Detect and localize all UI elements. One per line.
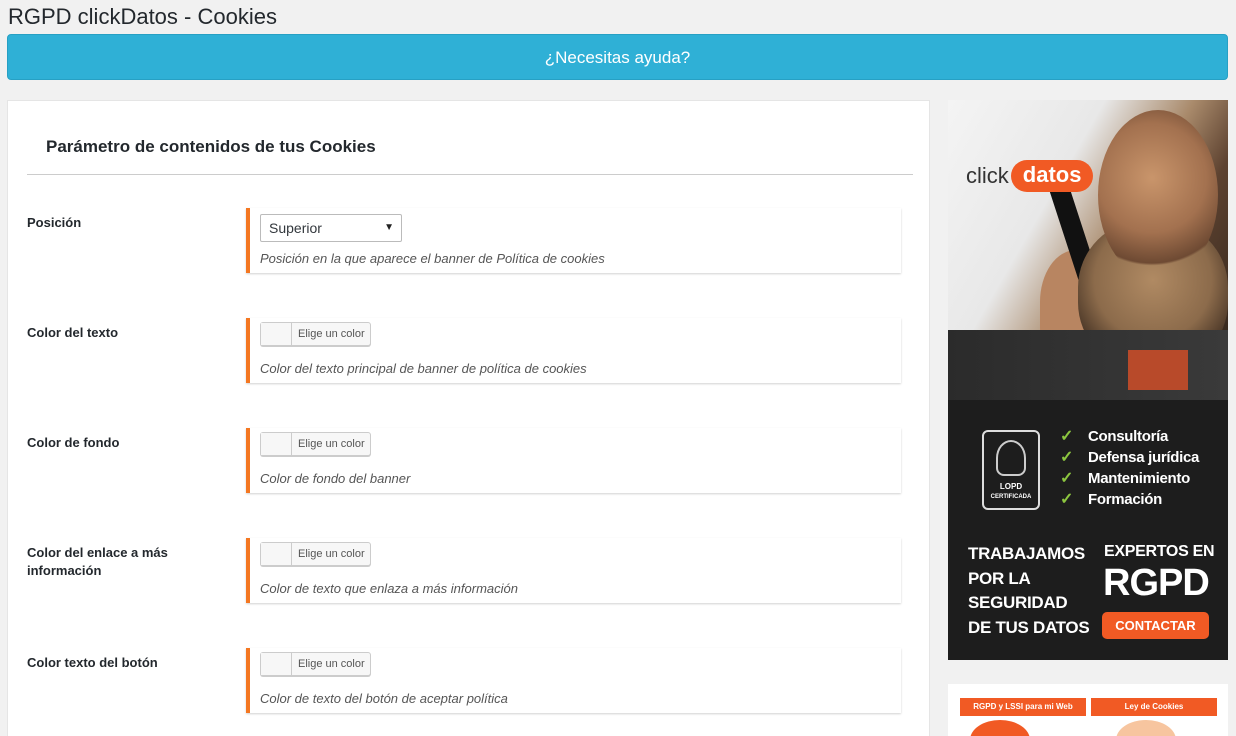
ad2-tag-right: Ley de Cookies: [1091, 698, 1217, 716]
ad-service-label: Defensa jurídica: [1088, 449, 1200, 466]
ad-photo: [948, 100, 1228, 400]
help-button[interactable]: ¿Necesitas ayuda?: [7, 34, 1228, 80]
badge-text: LOPD CERTIFICADA: [984, 482, 1038, 502]
dropdown-arrow-icon: ▼: [384, 222, 394, 233]
check-icon: ✓: [1060, 428, 1074, 445]
field-card-text-color: Elige un color Color del texto principal…: [246, 318, 901, 383]
field-desc-button-text-color: Color de texto del botón de aceptar polí…: [260, 691, 508, 706]
field-label-background-color: Color de fondo: [27, 435, 120, 450]
position-select-value: Superior: [269, 220, 322, 236]
check-icon: ✓: [1060, 470, 1074, 487]
field-row-button-text-color: Color texto del botón Elige un color Col…: [8, 648, 928, 714]
clickdatos-ad-banner[interactable]: click datos LOPD CERTIFICADA ✓ Consultoría…: [948, 100, 1228, 660]
section-title: Parámetro de contenidos de tus Cookies: [46, 137, 376, 156]
color-swatch: [261, 543, 292, 565]
lopd-badge-icon: LOPD CERTIFICADA: [982, 430, 1040, 510]
field-label-link-color: Color del enlace a más información: [27, 545, 168, 578]
color-picker-label: Elige un color: [298, 658, 365, 670]
ad-rgpd-text: RGPD: [1103, 562, 1210, 604]
check-icon: ✓: [1060, 449, 1074, 466]
ad-photo-shirt-detail: [1128, 350, 1188, 390]
field-desc-position: Posición en la que aparece el banner de …: [260, 251, 605, 266]
field-label-text-color: Color del texto: [27, 325, 119, 340]
ad-slogan-line: POR LA: [968, 568, 1031, 588]
ad-service-label: Consultoría: [1088, 428, 1169, 445]
field-card-background-color: Elige un color Color de fondo del banner: [246, 428, 901, 493]
ad-contact-button[interactable]: CONTACTAR: [1102, 612, 1209, 639]
clickdatos-logo: click datos: [966, 160, 1094, 192]
field-row-position: Posición Superior ▼ Posición en la que a…: [8, 208, 928, 274]
cookie-icon: [1116, 720, 1176, 736]
background-color-picker-button[interactable]: Elige un color: [260, 432, 371, 456]
color-picker-label: Elige un color: [298, 438, 365, 450]
color-picker-label: Elige un color: [298, 548, 365, 560]
field-card-position: Superior ▼ Posición en la que aparece el…: [246, 208, 901, 273]
secondary-ad-banner[interactable]: RGPD y LSSI para mi Web Ley de Cookies: [948, 684, 1228, 736]
ad-slogan-line: DE TUS DATOS: [968, 617, 1090, 637]
field-desc-text-color: Color del texto principal de banner de p…: [260, 361, 587, 376]
logo-datos-text: datos: [1010, 160, 1094, 192]
badge-subtitle: CERTIFICADA: [990, 494, 1032, 500]
logo-click-text: click: [966, 163, 1009, 188]
ad-slogan-line: SEGURIDAD: [968, 593, 1068, 612]
field-row-link-color: Color del enlace a más información Elige…: [8, 538, 928, 604]
field-card-link-color: Elige un color Color de texto que enlaza…: [246, 538, 901, 603]
field-desc-link-color: Color de texto que enlaza a más informac…: [260, 581, 518, 596]
button-text-color-picker-button[interactable]: Elige un color: [260, 652, 371, 676]
position-select[interactable]: Superior ▼: [260, 214, 402, 242]
ad-service-item: ✓ Consultoría: [1060, 426, 1199, 447]
link-color-picker-button[interactable]: Elige un color: [260, 542, 371, 566]
field-row-background-color: Color de fondo Elige un color Color de f…: [8, 428, 928, 494]
section-divider: [27, 174, 913, 175]
field-desc-background-color: Color de fondo del banner: [260, 471, 411, 486]
ad-slogan-line: TRABAJAMOS: [968, 544, 1085, 563]
ad-experts-text: EXPERTOS EN: [1104, 543, 1215, 560]
ad-service-item: ✓ Defensa jurídica: [1060, 447, 1199, 468]
ad-photo-face: [1098, 110, 1218, 280]
ad-slogan: TRABAJAMOS POR LA SEGURIDAD DE TUS DATOS: [968, 542, 1090, 640]
ad2-circle-left: [970, 720, 1030, 736]
ad-service-label: Mantenimiento: [1088, 470, 1190, 487]
field-row-text-color: Color del texto Elige un color Color del…: [8, 318, 928, 384]
ad2-tag-left: RGPD y LSSI para mi Web: [960, 698, 1086, 716]
page-title: RGPD clickDatos - Cookies: [8, 4, 277, 29]
settings-panel: Parámetro de contenidos de tus Cookies P…: [7, 100, 930, 736]
color-swatch: [261, 323, 292, 345]
field-card-button-text-color: Elige un color Color de texto del botón …: [246, 648, 901, 713]
color-swatch: [261, 433, 292, 455]
check-icon: ✓: [1060, 491, 1074, 508]
lock-icon: [996, 440, 1026, 476]
field-label-button-text-color: Color texto del botón: [27, 655, 158, 670]
color-picker-label: Elige un color: [298, 328, 365, 340]
text-color-picker-button[interactable]: Elige un color: [260, 322, 371, 346]
ad-services-list: ✓ Consultoría ✓ Defensa jurídica ✓ Mantenim…: [1060, 426, 1199, 510]
color-swatch: [261, 653, 292, 675]
ad-service-item: ✓ Mantenimiento: [1060, 468, 1199, 489]
ad-service-item: ✓ Formación: [1060, 489, 1199, 510]
field-label-position: Posición: [27, 215, 82, 230]
badge-title: LOPD: [999, 482, 1023, 491]
ad-service-label: Formación: [1088, 491, 1162, 508]
